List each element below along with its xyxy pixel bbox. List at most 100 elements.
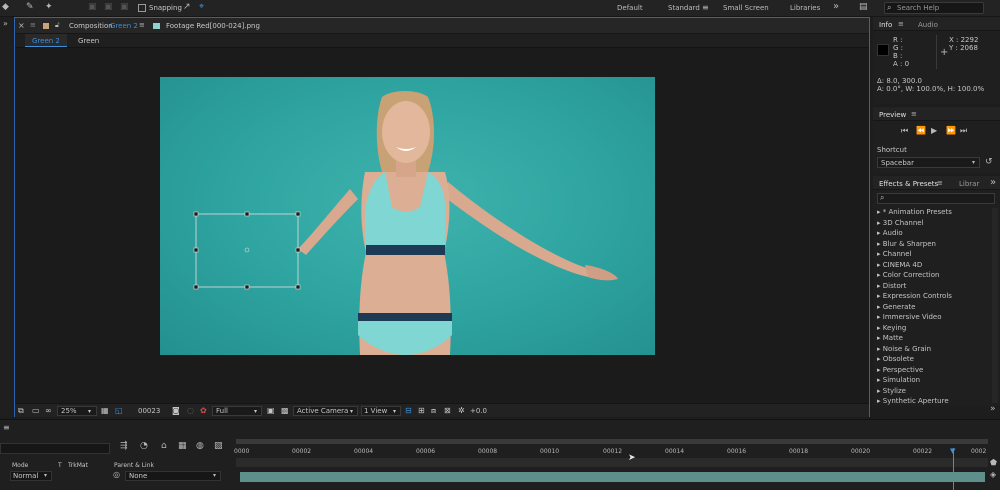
list-item[interactable]: ▸ Generate bbox=[877, 303, 915, 311]
list-item[interactable]: ▸ Stylize bbox=[877, 387, 906, 395]
time-navigator-bar[interactable] bbox=[236, 439, 988, 444]
tab-libraries[interactable]: Librar bbox=[959, 180, 979, 188]
world-axis-icon[interactable]: ▣ bbox=[104, 2, 113, 12]
effects-menu-icon[interactable]: ≡ bbox=[937, 179, 943, 187]
always-preview-icon[interactable]: ⧉ bbox=[18, 406, 24, 416]
tab-info[interactable]: Info bbox=[879, 21, 892, 29]
panel-overflow-icon[interactable]: » bbox=[990, 404, 996, 414]
last-frame-icon[interactable]: ⏭ bbox=[960, 126, 967, 136]
puppet-pin-tool-icon[interactable]: ✦ bbox=[45, 2, 53, 12]
breadcrumb-item-green[interactable]: Green bbox=[78, 37, 99, 45]
eraser-tool-icon[interactable]: ◆ bbox=[2, 2, 9, 12]
list-item[interactable]: ▸ Distort bbox=[877, 282, 906, 290]
list-item[interactable]: ▸ Simulation bbox=[877, 376, 920, 384]
workspace-libraries[interactable]: Libraries bbox=[790, 4, 820, 12]
draft-3d-icon[interactable]: ◔ bbox=[140, 441, 148, 451]
transparency-grid-icon[interactable]: ▩ bbox=[281, 406, 289, 415]
list-item[interactable]: ▸ Expression Controls bbox=[877, 292, 952, 300]
keyframe-navigator-icon[interactable]: ◈ bbox=[990, 470, 996, 479]
list-item[interactable]: ▸ Channel bbox=[877, 250, 912, 258]
monitor-icon[interactable]: ▭ bbox=[32, 406, 40, 415]
frame-blending-icon[interactable]: ▦ bbox=[178, 441, 187, 451]
list-item[interactable]: ▸ Color Correction bbox=[877, 271, 939, 279]
previous-frame-icon[interactable]: ⏪ bbox=[916, 126, 926, 135]
close-tab-icon[interactable]: × bbox=[18, 21, 25, 30]
composition-viewer[interactable] bbox=[15, 48, 869, 403]
list-item[interactable]: ▸ Matte bbox=[877, 334, 903, 342]
layer-duration-bar[interactable] bbox=[240, 472, 985, 482]
shy-layers-icon[interactable]: ⌂ bbox=[161, 441, 167, 451]
current-timecode[interactable]: 00023 bbox=[138, 407, 160, 415]
list-item[interactable]: ▸ Audio bbox=[877, 229, 903, 237]
column-parent-link: Parent & Link bbox=[114, 462, 154, 469]
list-item[interactable]: ▸ Keying bbox=[877, 324, 906, 332]
parent-pickwhip-icon[interactable]: ◎ bbox=[113, 470, 120, 479]
zoom-slider-icon[interactable]: ⬟ bbox=[990, 458, 997, 467]
vr-headset-icon[interactable]: ∞ bbox=[45, 406, 52, 415]
list-item[interactable]: ▸ 3D Channel bbox=[877, 219, 924, 227]
play-icon[interactable]: ▶ bbox=[931, 126, 937, 135]
workspace-small-screen[interactable]: Small Screen bbox=[723, 4, 769, 12]
exposure-value[interactable]: +0.0 bbox=[470, 407, 487, 415]
info-menu-icon[interactable]: ≡ bbox=[898, 20, 904, 28]
work-area-bar[interactable] bbox=[236, 458, 988, 467]
composition-mini-flowchart-icon[interactable]: ⇶ bbox=[120, 441, 128, 451]
grid-icon[interactable]: ▦ bbox=[101, 406, 109, 415]
graph-editor-icon[interactable]: ▧ bbox=[214, 441, 223, 451]
snap-features-icon[interactable]: ⌖ bbox=[199, 2, 204, 12]
search-help-field[interactable]: ⌕ Search Help bbox=[884, 2, 984, 14]
roto-brush-tool-icon[interactable]: ✎ bbox=[26, 2, 34, 12]
mask-visibility-icon[interactable]: ◱ bbox=[115, 406, 123, 415]
list-item[interactable]: ▸ Immersive Video bbox=[877, 313, 942, 321]
timeline-tick: 0002 bbox=[971, 448, 987, 455]
transform-bounding-box[interactable] bbox=[190, 208, 305, 290]
first-frame-icon[interactable]: ⏮ bbox=[901, 126, 908, 136]
composition-tab-prefix[interactable]: Composition bbox=[69, 22, 113, 30]
workspace-default[interactable]: Default bbox=[617, 4, 643, 12]
flowchart-icon[interactable]: ⊠ bbox=[444, 406, 451, 415]
local-axis-icon[interactable]: ▣ bbox=[88, 2, 97, 12]
workspace-standard[interactable]: Standard bbox=[668, 4, 700, 12]
list-item[interactable]: ▸ Perspective bbox=[877, 366, 923, 374]
snapping-checkbox[interactable] bbox=[138, 4, 146, 12]
collapse-panel-icon[interactable]: » bbox=[3, 19, 8, 28]
tab-audio[interactable]: Audio bbox=[918, 21, 938, 29]
list-item[interactable]: ▸ * Animation Presets bbox=[877, 208, 952, 216]
color-channels-icon[interactable]: ✿ bbox=[200, 406, 207, 415]
reset-shortcut-icon[interactable]: ↺ bbox=[985, 157, 993, 167]
tab-effects-presets[interactable]: Effects & Presets bbox=[879, 180, 938, 188]
toggle-pixel-aspect-icon[interactable]: ⊟ bbox=[405, 406, 412, 415]
current-time-indicator-icon[interactable]: ▼ bbox=[950, 447, 955, 455]
effect-category-label: CINEMA 4D bbox=[882, 260, 923, 269]
list-item[interactable]: ▸ Noise & Grain bbox=[877, 345, 931, 353]
panel-overflow-icon[interactable]: » bbox=[990, 177, 996, 188]
workspace-overflow-icon[interactable]: » bbox=[833, 1, 839, 12]
timeline-icon[interactable]: ⧈ bbox=[431, 406, 436, 416]
list-item[interactable]: ▸ Synthetic Aperture bbox=[877, 397, 949, 405]
layer-search-input[interactable] bbox=[0, 443, 110, 454]
workspace-menu-icon[interactable]: ≡ bbox=[702, 3, 709, 12]
footage-tab[interactable]: Footage Red[000-024].png bbox=[166, 22, 260, 30]
breadcrumb-item-green-2[interactable]: Green 2 bbox=[32, 37, 60, 45]
motion-blur-icon[interactable]: ◍ bbox=[196, 441, 204, 451]
region-of-interest-icon[interactable]: ▣ bbox=[267, 406, 275, 415]
effects-search-input[interactable] bbox=[877, 193, 995, 204]
composition-tab-name[interactable]: Green 2 bbox=[110, 22, 138, 30]
timeline-menu-icon[interactable]: ≡ bbox=[3, 423, 10, 432]
lock-icon[interactable]: 🔓︎ bbox=[55, 21, 60, 30]
snap-edges-icon[interactable]: ↗ bbox=[183, 2, 191, 12]
snapshot-camera-icon[interactable]: ◙ bbox=[172, 406, 180, 415]
preview-menu-icon[interactable]: ≡ bbox=[911, 110, 917, 118]
show-snapshot-icon[interactable]: ◌ bbox=[187, 406, 194, 415]
list-item[interactable]: ▸ Blur & Sharpen bbox=[877, 240, 936, 248]
view-axis-icon[interactable]: ▣ bbox=[120, 2, 129, 12]
reset-exposure-icon[interactable]: ✲ bbox=[458, 406, 465, 415]
fast-previews-icon[interactable]: ⊞ bbox=[418, 406, 425, 415]
chevron-down-icon: ▾ bbox=[44, 472, 48, 479]
list-item[interactable]: ▸ Obsolete bbox=[877, 355, 914, 363]
tab-menu-icon[interactable]: ≡ bbox=[30, 21, 36, 29]
list-item[interactable]: ▸ CINEMA 4D bbox=[877, 261, 922, 269]
sync-settings-icon[interactable]: ▤ bbox=[859, 2, 868, 12]
composition-tab-menu-icon[interactable]: ≡ bbox=[139, 21, 145, 29]
next-frame-icon[interactable]: ⏩ bbox=[946, 126, 956, 135]
